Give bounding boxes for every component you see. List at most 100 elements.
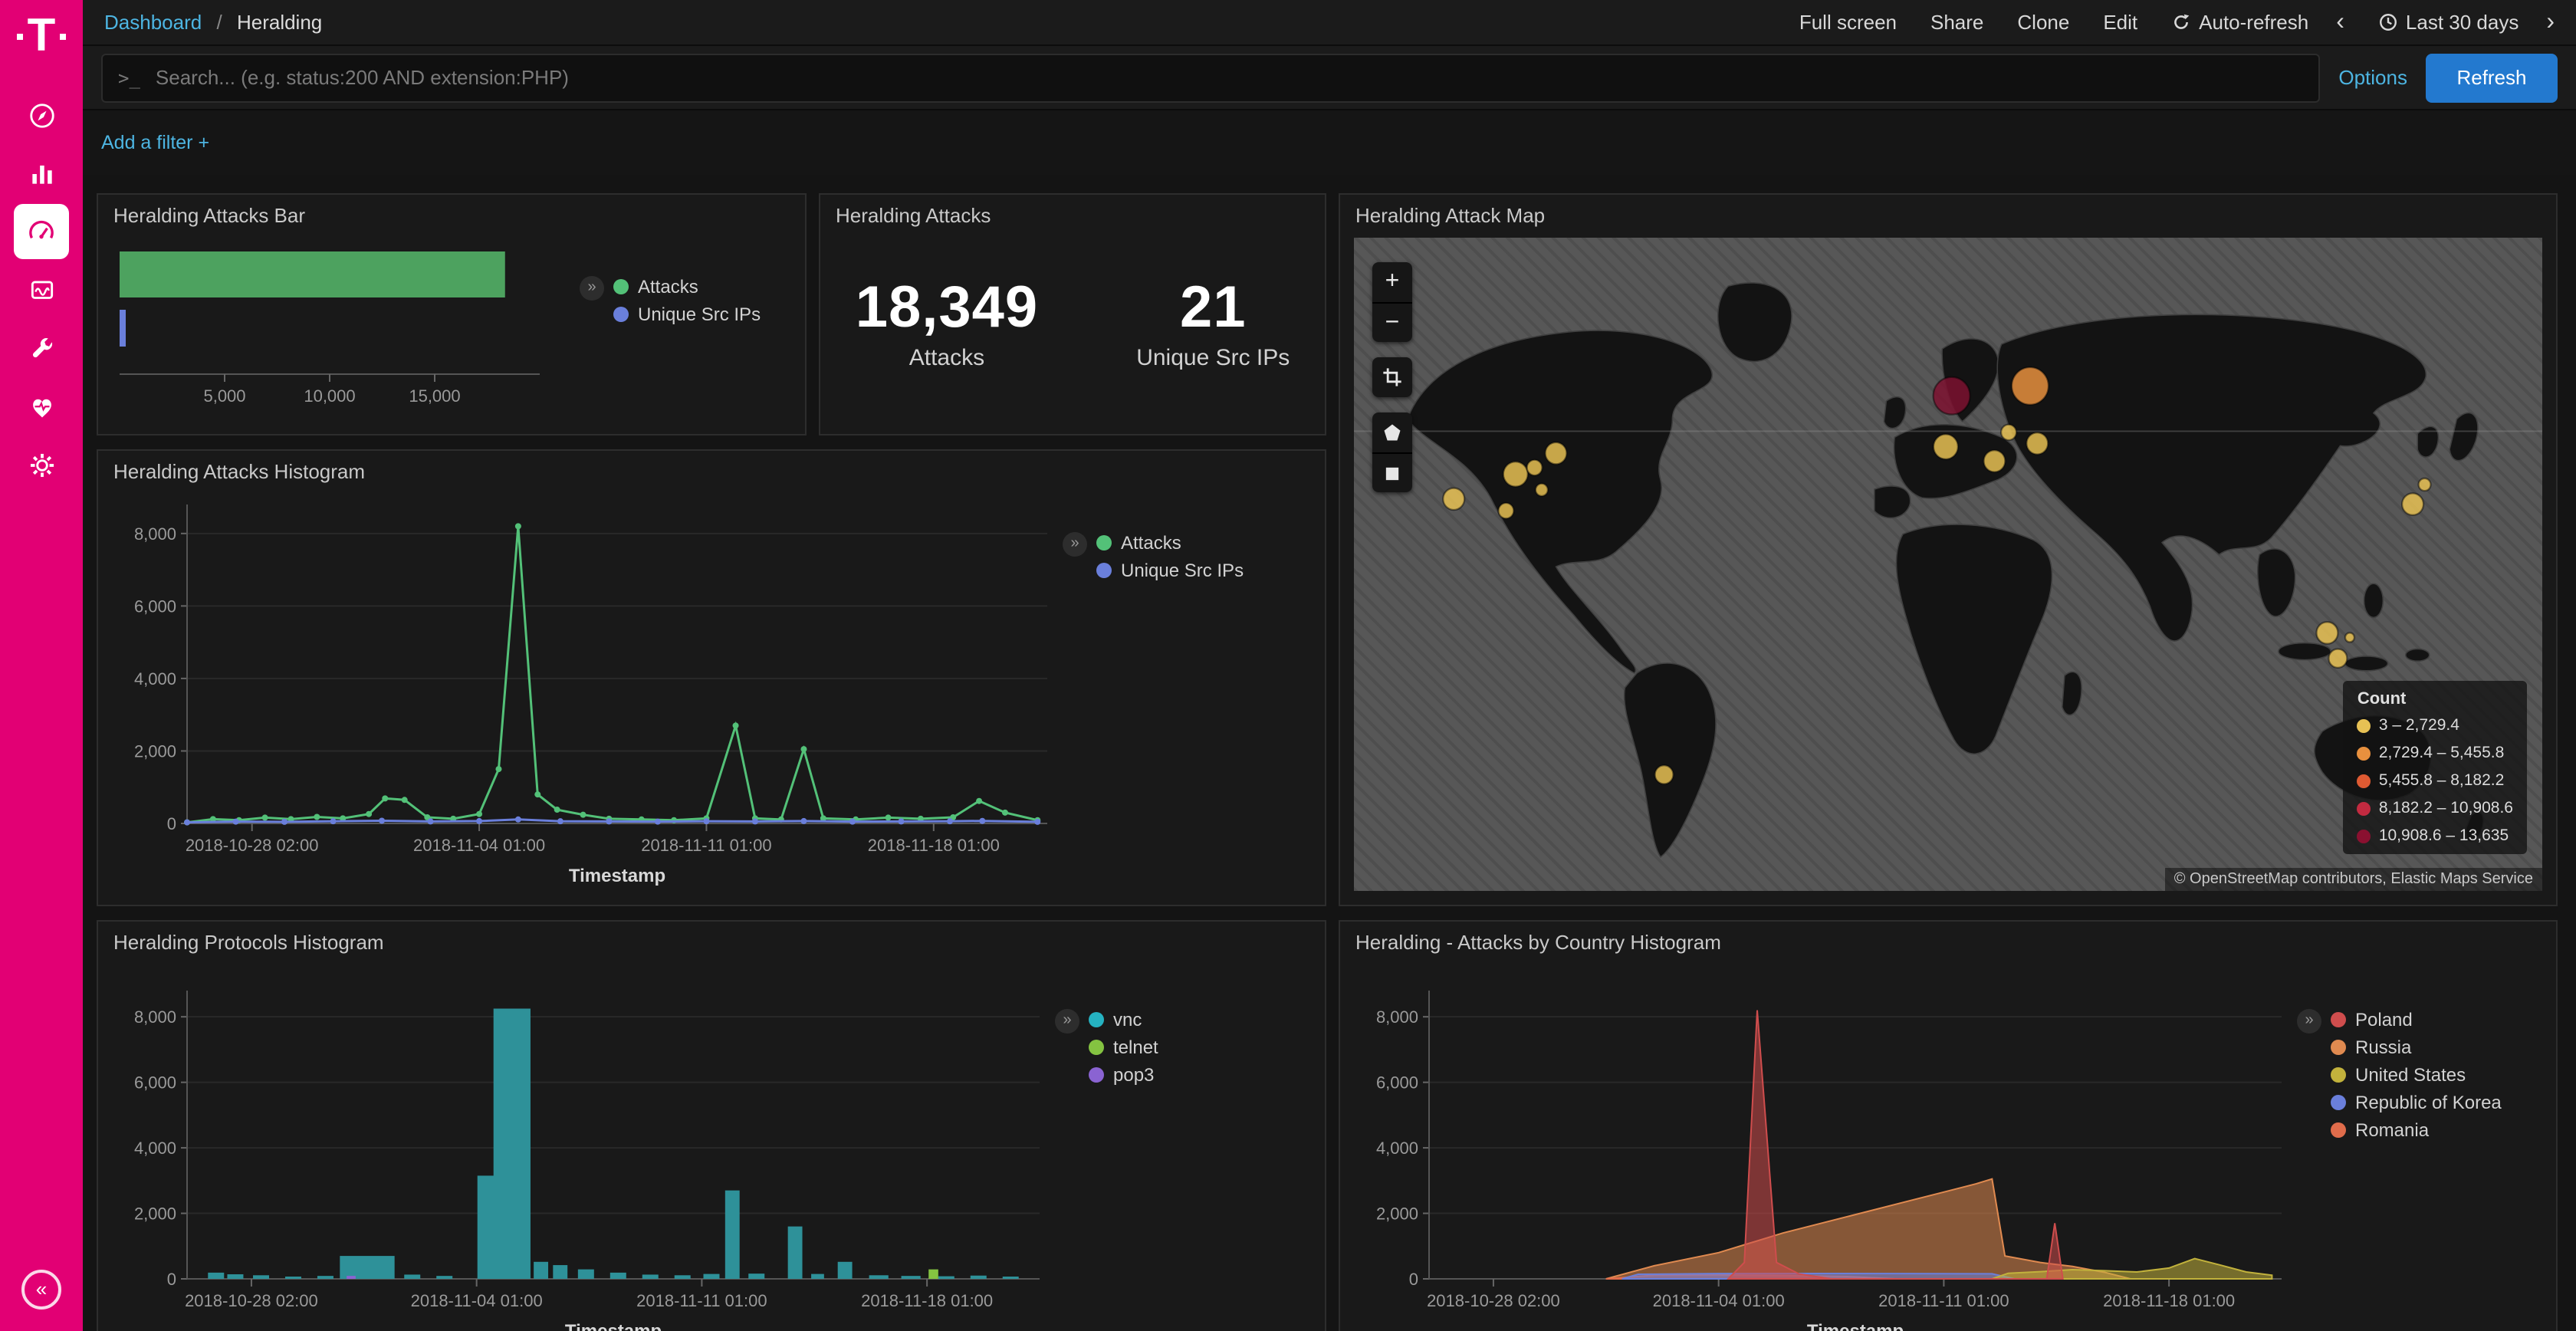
refresh-button[interactable]: Refresh <box>2426 53 2558 102</box>
legend-label: 5,455.8 – 8,182.2 <box>2379 771 2505 790</box>
svg-text:0: 0 <box>167 814 176 833</box>
legend-label: Unique Src IPs <box>1121 560 1244 581</box>
svg-text:2018-11-04 01:00: 2018-11-04 01:00 <box>413 836 545 855</box>
metric: 21Unique Src IPs <box>1136 276 1290 371</box>
legend-item[interactable]: Unique Src IPs <box>1096 560 1244 581</box>
metric-label: Attacks <box>856 345 1038 371</box>
legend-item[interactable]: United States <box>2331 1064 2502 1086</box>
panel-title: Heralding Attacks <box>820 195 1325 233</box>
panel-title: Heralding - Attacks by Country Histogram <box>1340 922 2556 960</box>
timelion-icon <box>27 275 56 304</box>
legend-item[interactable]: Republic of Korea <box>2331 1092 2502 1113</box>
breadcrumb: Dashboard / Heralding <box>104 11 322 34</box>
legend-label: Russia <box>2355 1037 2411 1058</box>
legend-item[interactable]: vnc <box>1089 1009 1158 1030</box>
world-map[interactable]: + − <box>1354 238 2542 891</box>
panel-heralding-country-histogram: Heralding - Attacks by Country Histogram… <box>1339 920 2558 1331</box>
sidebar-item-visualize[interactable] <box>14 146 69 201</box>
legend-toggle-icon[interactable]: » <box>580 276 604 301</box>
legend-dot <box>613 279 629 294</box>
map-count-legend: Count 3 – 2,729.42,729.4 – 5,455.85,455.… <box>2344 681 2527 854</box>
time-back-chevron[interactable]: ‹ <box>2336 8 2344 36</box>
zoom-out-button[interactable]: − <box>1372 302 1412 342</box>
legend-item[interactable]: Attacks <box>613 276 761 297</box>
zoom-in-button[interactable]: + <box>1372 262 1412 302</box>
svg-text:Timestamp: Timestamp <box>1807 1321 1904 1331</box>
sidebar-item-monitoring[interactable] <box>14 379 69 434</box>
collapse-nav-button[interactable]: « <box>21 1270 61 1310</box>
svg-text:2018-11-18 01:00: 2018-11-18 01:00 <box>861 1291 993 1310</box>
topnav-full-screen-button[interactable]: Full screen <box>1799 11 1897 34</box>
sidebar-item-devtools[interactable] <box>14 320 69 376</box>
time-range-picker[interactable]: Last 30 days <box>2378 11 2518 34</box>
topnav-clone-button[interactable]: Clone <box>2017 11 2069 34</box>
panel-title: Heralding Protocols Histogram <box>98 922 1325 960</box>
legend-label: Romania <box>2355 1119 2429 1141</box>
panel-heralding-attacks-histogram: Heralding Attacks Histogram 02,0004,0006… <box>97 449 1326 906</box>
legend-item[interactable]: 5,455.8 – 8,182.2 <box>2358 771 2513 790</box>
topnav-actions: Full screen Share Clone Edit <box>1766 11 2137 34</box>
attacks-bar-chart[interactable]: 5,00010,00015,000 <box>104 233 580 420</box>
attacks-histogram-chart[interactable]: 02,0004,0006,0008,0002018-10-28 02:00201… <box>104 489 1063 897</box>
legend-toggle-icon[interactable]: » <box>1055 1009 1079 1034</box>
draw-rectangle-filter-button[interactable] <box>1372 452 1412 492</box>
svg-text:0: 0 <box>1409 1270 1418 1289</box>
legend-label: Republic of Korea <box>2355 1092 2502 1113</box>
legend-item[interactable]: Romania <box>2331 1119 2502 1141</box>
legend-item[interactable]: telnet <box>1089 1037 1158 1058</box>
topnav-share-button[interactable]: Share <box>1930 11 1983 34</box>
svg-text:2018-10-28 02:00: 2018-10-28 02:00 <box>186 836 319 855</box>
refresh-cycle-icon <box>2171 12 2191 32</box>
query-bar: >_ Options Refresh <box>83 46 2576 110</box>
query-options-link[interactable]: Options <box>2338 66 2407 89</box>
logo-letter: T <box>28 12 56 61</box>
svg-text:Timestamp: Timestamp <box>569 866 665 886</box>
legend-toggle-icon[interactable]: » <box>1063 532 1087 557</box>
legend-item[interactable]: 2,729.4 – 5,455.8 <box>2358 744 2513 762</box>
dashboard-gauge-icon <box>26 216 57 247</box>
legend-item[interactable]: pop3 <box>1089 1064 1158 1086</box>
telekom-logo[interactable]: T <box>17 12 67 61</box>
chart-legend: vnc telnet pop3 <box>1089 1009 1158 1086</box>
breadcrumb-dashboard-link[interactable]: Dashboard <box>104 11 202 34</box>
topnav-edit-button[interactable]: Edit <box>2103 11 2137 34</box>
legend-item[interactable]: Poland <box>2331 1009 2502 1030</box>
country-histogram-chart[interactable]: 02,0004,0006,0008,0002018-10-28 02:00201… <box>1346 960 2297 1331</box>
time-forward-chevron[interactable]: › <box>2546 8 2555 36</box>
legend-item[interactable]: 8,182.2 – 10,908.6 <box>2358 799 2513 817</box>
protocols-histogram-chart[interactable]: 02,0004,0006,0008,0002018-10-28 02:00201… <box>104 960 1055 1331</box>
sidebar-item-timelion[interactable] <box>14 262 69 317</box>
svg-text:10,000: 10,000 <box>304 386 355 406</box>
clock-icon <box>2378 12 2398 32</box>
auto-refresh-button[interactable]: Auto-refresh <box>2171 11 2308 34</box>
svg-text:6,000: 6,000 <box>134 1073 176 1093</box>
legend-item[interactable]: Unique Src IPs <box>613 304 761 325</box>
crop-icon <box>1382 366 1403 388</box>
legend-label: Poland <box>2355 1009 2413 1030</box>
sidebar-item-discover[interactable] <box>14 87 69 143</box>
legend-dot <box>2358 774 2371 787</box>
search-input[interactable] <box>153 64 2303 90</box>
devtools-wrench-icon <box>27 334 56 363</box>
add-filter-link[interactable]: Add a filter + <box>101 132 209 153</box>
svg-text:2018-11-11 01:00: 2018-11-11 01:00 <box>636 1291 767 1310</box>
legend-item[interactable]: Attacks <box>1096 532 1244 554</box>
sidebar-item-management[interactable] <box>14 437 69 492</box>
legend-item[interactable]: 3 – 2,729.4 <box>2358 716 2513 735</box>
legend-item[interactable]: 10,908.6 – 13,635 <box>2358 827 2513 845</box>
discover-compass-icon <box>27 100 56 130</box>
legend-label: pop3 <box>1113 1064 1154 1086</box>
fit-data-bounds-button[interactable] <box>1372 357 1412 397</box>
legend-toggle-icon[interactable]: » <box>2297 1009 2321 1034</box>
svg-text:2018-11-04 01:00: 2018-11-04 01:00 <box>411 1291 543 1310</box>
logo-dot <box>60 34 66 40</box>
legend-item[interactable]: Russia <box>2331 1037 2502 1058</box>
draw-polygon-filter-button[interactable] <box>1372 412 1412 452</box>
sidebar-item-dashboard[interactable] <box>14 204 69 259</box>
legend-label: 8,182.2 – 10,908.6 <box>2379 799 2513 817</box>
map-attribution: © OpenStreetMap contributors, Elastic Ma… <box>2165 868 2542 891</box>
svg-text:8,000: 8,000 <box>1376 1007 1418 1027</box>
svg-text:2018-11-04 01:00: 2018-11-04 01:00 <box>1653 1291 1785 1310</box>
management-gear-icon <box>27 450 56 479</box>
rectangle-icon <box>1382 462 1403 484</box>
